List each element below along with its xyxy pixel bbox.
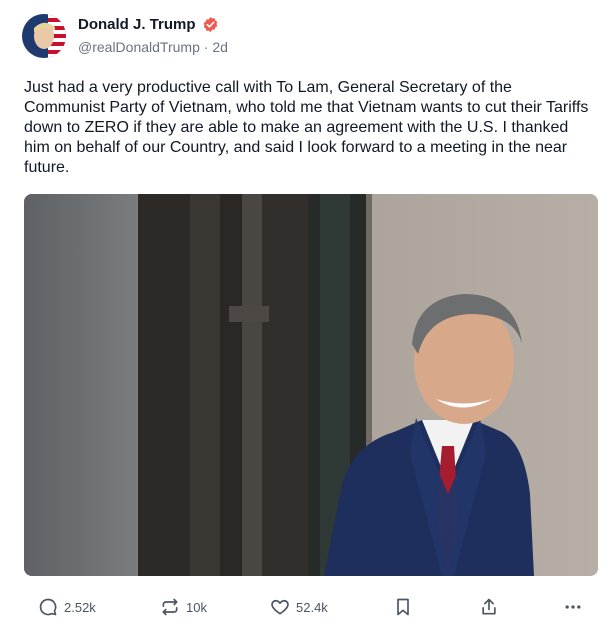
- post-time[interactable]: 2d: [212, 39, 228, 55]
- action-bar: 2.52k 10k 52.4k: [0, 592, 615, 622]
- photo-of-man-in-suit: [24, 194, 598, 576]
- more-icon: [565, 605, 581, 609]
- handle-row: @realDonaldTrump · 2d: [78, 39, 228, 55]
- reply-count: 2.52k: [64, 599, 96, 615]
- repost-button[interactable]: 10k: [160, 592, 207, 622]
- repost-icon: [162, 598, 178, 616]
- share-button[interactable]: [479, 592, 499, 622]
- separator: ·: [203, 39, 209, 55]
- reply-button[interactable]: 2.52k: [38, 592, 96, 622]
- avatar[interactable]: [22, 14, 66, 58]
- author-name[interactable]: Donald J. Trump: [78, 16, 196, 33]
- avatar-image: [22, 14, 66, 58]
- post-image[interactable]: [24, 194, 598, 576]
- author-handle[interactable]: @realDonaldTrump: [78, 39, 200, 55]
- post-card: Donald J. Trump @realDonaldTrump · 2d Ju…: [0, 0, 615, 636]
- like-button[interactable]: 52.4k: [270, 592, 328, 622]
- more-button[interactable]: [563, 592, 583, 622]
- post-text: Just had a very productive call with To …: [24, 79, 589, 176]
- heart-icon: [271, 599, 289, 615]
- verified-badge-icon: [202, 16, 219, 33]
- repost-count: 10k: [186, 599, 207, 615]
- post-header: Donald J. Trump @realDonaldTrump · 2d: [22, 14, 228, 58]
- bookmark-button[interactable]: [393, 592, 413, 622]
- reply-icon: [39, 598, 57, 616]
- share-icon: [482, 598, 496, 615]
- bookmark-icon: [397, 598, 409, 616]
- like-count: 52.4k: [296, 599, 328, 615]
